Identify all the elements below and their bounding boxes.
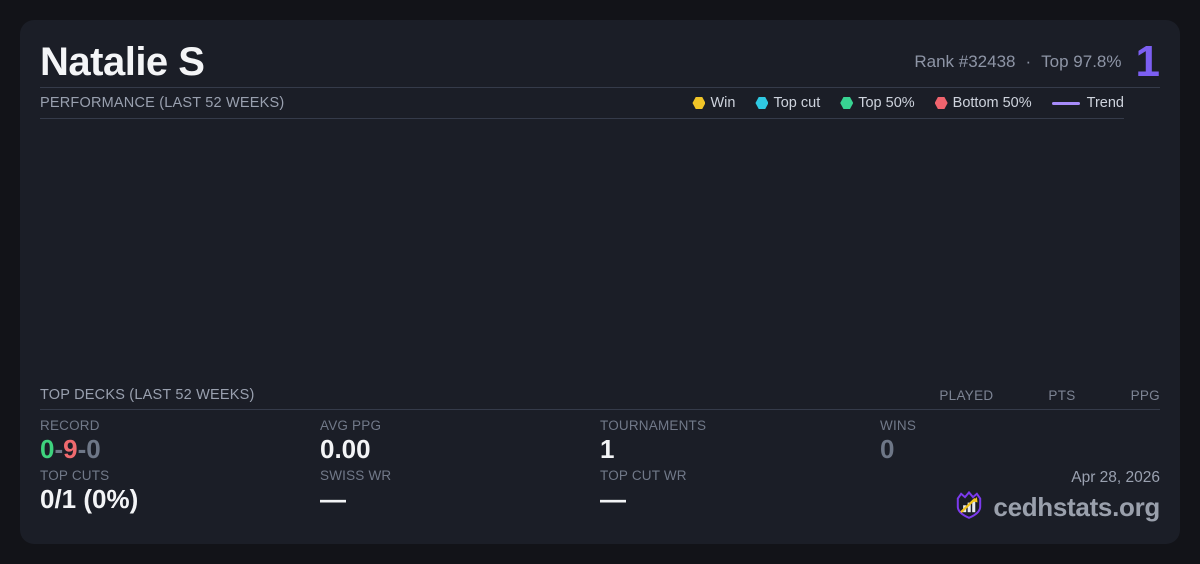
stat-value: 1 — [600, 434, 615, 465]
stat-value: 0 — [880, 434, 895, 465]
stat-label: TOP CUTS — [40, 468, 110, 483]
bottom-50-dot-icon — [934, 97, 948, 109]
player-stats-card: Natalie S Rank #32438 · Top 97.8% 1 PERF… — [20, 20, 1180, 544]
chart-legend: Win Top cut Top 50% Bottom 50% Trend — [692, 95, 1124, 111]
legend-label: Top cut — [773, 95, 821, 111]
top-decks-section-title: TOP DECKS (LAST 52 WEEKS) — [40, 387, 255, 404]
legend-label: Win — [710, 95, 736, 111]
legend-item-top-50[interactable]: Top 50% — [840, 95, 915, 111]
title-row: Natalie S Rank #32438 · Top 97.8% 1 — [40, 36, 1160, 88]
legend-label: Bottom 50% — [952, 95, 1032, 111]
stat-label: TOURNAMENTS — [600, 418, 707, 434]
brand-name: cedhstats.org — [993, 492, 1160, 522]
column-header-pts: PTS — [1048, 388, 1076, 404]
stat-label: TOP CUT WR — [600, 468, 687, 483]
stat-label: AVG PPG — [320, 418, 382, 434]
stat-top-cut-wr: TOP CUT WR — — [600, 468, 880, 526]
stat-label: RECORD — [40, 418, 100, 434]
top-cut-dot-icon — [755, 97, 769, 109]
stats-grid: RECORD 0-9-0 AVG PPG 0.00 TOURNAMENTS 1 … — [40, 418, 1160, 526]
footer-branding: Apr 28, 2026 cedhstats.org — [880, 468, 1160, 526]
performance-header-row: PERFORMANCE (LAST 52 WEEKS) Win Top cut … — [40, 88, 1124, 119]
trend-line-icon — [1051, 101, 1080, 105]
stat-top-cuts: TOP CUTS 0/1 (0%) — [40, 468, 320, 526]
player-name: Natalie S — [40, 39, 205, 84]
rank-line: Rank #32438 · Top 97.8% — [914, 52, 1121, 72]
legend-item-trend[interactable]: Trend — [1051, 95, 1124, 111]
stat-label: WINS — [880, 418, 917, 434]
legend-label: Trend — [1086, 95, 1124, 111]
stat-avg-ppg: AVG PPG 0.00 — [320, 418, 600, 465]
legend-item-win[interactable]: Win — [692, 95, 735, 111]
stat-tournaments: TOURNAMENTS 1 — [600, 418, 880, 465]
record-draws: 0 — [86, 434, 101, 465]
top-decks-column-headers: PLAYED PTS PPG — [939, 388, 1160, 403]
brand-row: cedhstats.org — [953, 489, 1160, 526]
crown-bar-chart-logo-icon — [953, 489, 985, 526]
stat-wins: WINS 0 — [880, 418, 1160, 465]
top-percent-label: Top 97.8% — [1041, 51, 1122, 71]
legend-label: Top 50% — [858, 95, 915, 111]
legend-item-top-cut[interactable]: Top cut — [755, 95, 820, 111]
record-separator: - — [77, 434, 87, 465]
rank-summary: Rank #32438 · Top 97.8% 1 — [914, 36, 1160, 86]
record-value: 0-9-0 — [40, 434, 320, 465]
rating-number: 1 — [1135, 36, 1160, 86]
stat-value: 0/1 (0%) — [40, 484, 139, 514]
record-separator: - — [54, 434, 64, 465]
date-label: Apr 28, 2026 — [1071, 469, 1160, 486]
record-losses: 9 — [63, 434, 78, 465]
win-dot-icon — [692, 97, 706, 109]
stat-swiss-wr: SWISS WR — — [320, 468, 600, 526]
performance-chart-area — [40, 119, 1160, 385]
stat-label: SWISS WR — [320, 468, 392, 483]
legend-item-bottom-50[interactable]: Bottom 50% — [934, 95, 1032, 111]
column-header-played: PLAYED — [939, 388, 994, 404]
dot-separator: · — [1025, 51, 1032, 71]
record-wins: 0 — [40, 434, 55, 465]
stat-value: — — [600, 484, 626, 514]
rank-label: Rank #32438 — [914, 51, 1016, 71]
top-decks-header-row: TOP DECKS (LAST 52 WEEKS) PLAYED PTS PPG — [40, 385, 1160, 411]
top-50-dot-icon — [840, 97, 854, 109]
performance-section-title: PERFORMANCE (LAST 52 WEEKS) — [40, 95, 285, 111]
stat-value: 0.00 — [320, 434, 371, 465]
column-header-ppg: PPG — [1130, 388, 1160, 404]
stat-value: — — [320, 484, 346, 514]
stat-record: RECORD 0-9-0 — [40, 418, 320, 465]
